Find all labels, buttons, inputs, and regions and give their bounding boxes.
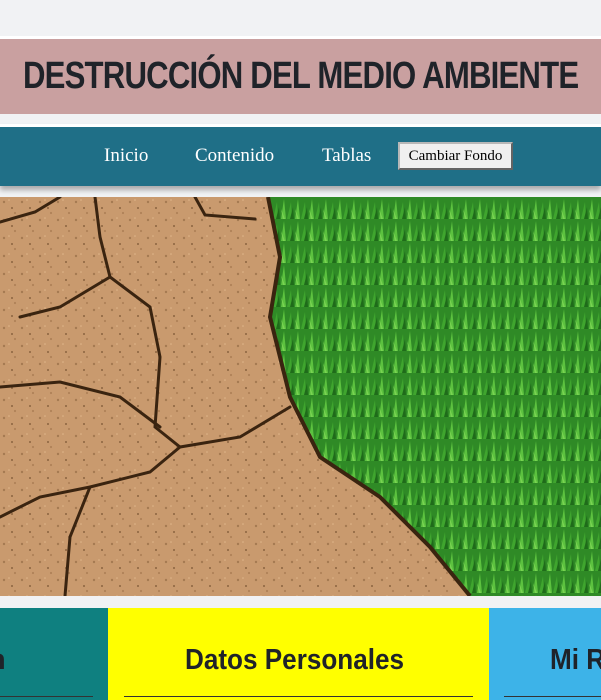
card-partial-left[interactable]: n <box>0 608 108 700</box>
card-divider <box>504 696 601 697</box>
section-cards: n Datos Personales Mi R <box>0 608 601 700</box>
card-divider <box>0 696 93 697</box>
card-datos-personales[interactable]: Datos Personales <box>108 608 489 700</box>
nav-link-inicio[interactable]: Inicio <box>104 145 148 167</box>
change-background-button[interactable]: Cambiar Fondo <box>398 142 513 170</box>
soil-grass-illustration <box>0 197 601 596</box>
card-title: Datos Personales <box>185 644 405 676</box>
nav-bar: Inicio Contenido Tablas Cambiar Fondo <box>0 124 601 186</box>
card-partial-right[interactable]: Mi R <box>489 608 601 700</box>
site-header: DESTRUCCIÓN DEL MEDIO AMBIENTE <box>0 36 601 114</box>
card-title: n <box>0 644 6 677</box>
card-title: Mi R <box>550 644 601 676</box>
hero-image <box>0 197 601 596</box>
card-divider <box>124 696 473 697</box>
nav-link-contenido[interactable]: Contenido <box>195 145 274 167</box>
page-title: DESTRUCCIÓN DEL MEDIO AMBIENTE <box>22 55 579 97</box>
nav-link-tablas[interactable]: Tablas <box>322 145 371 167</box>
